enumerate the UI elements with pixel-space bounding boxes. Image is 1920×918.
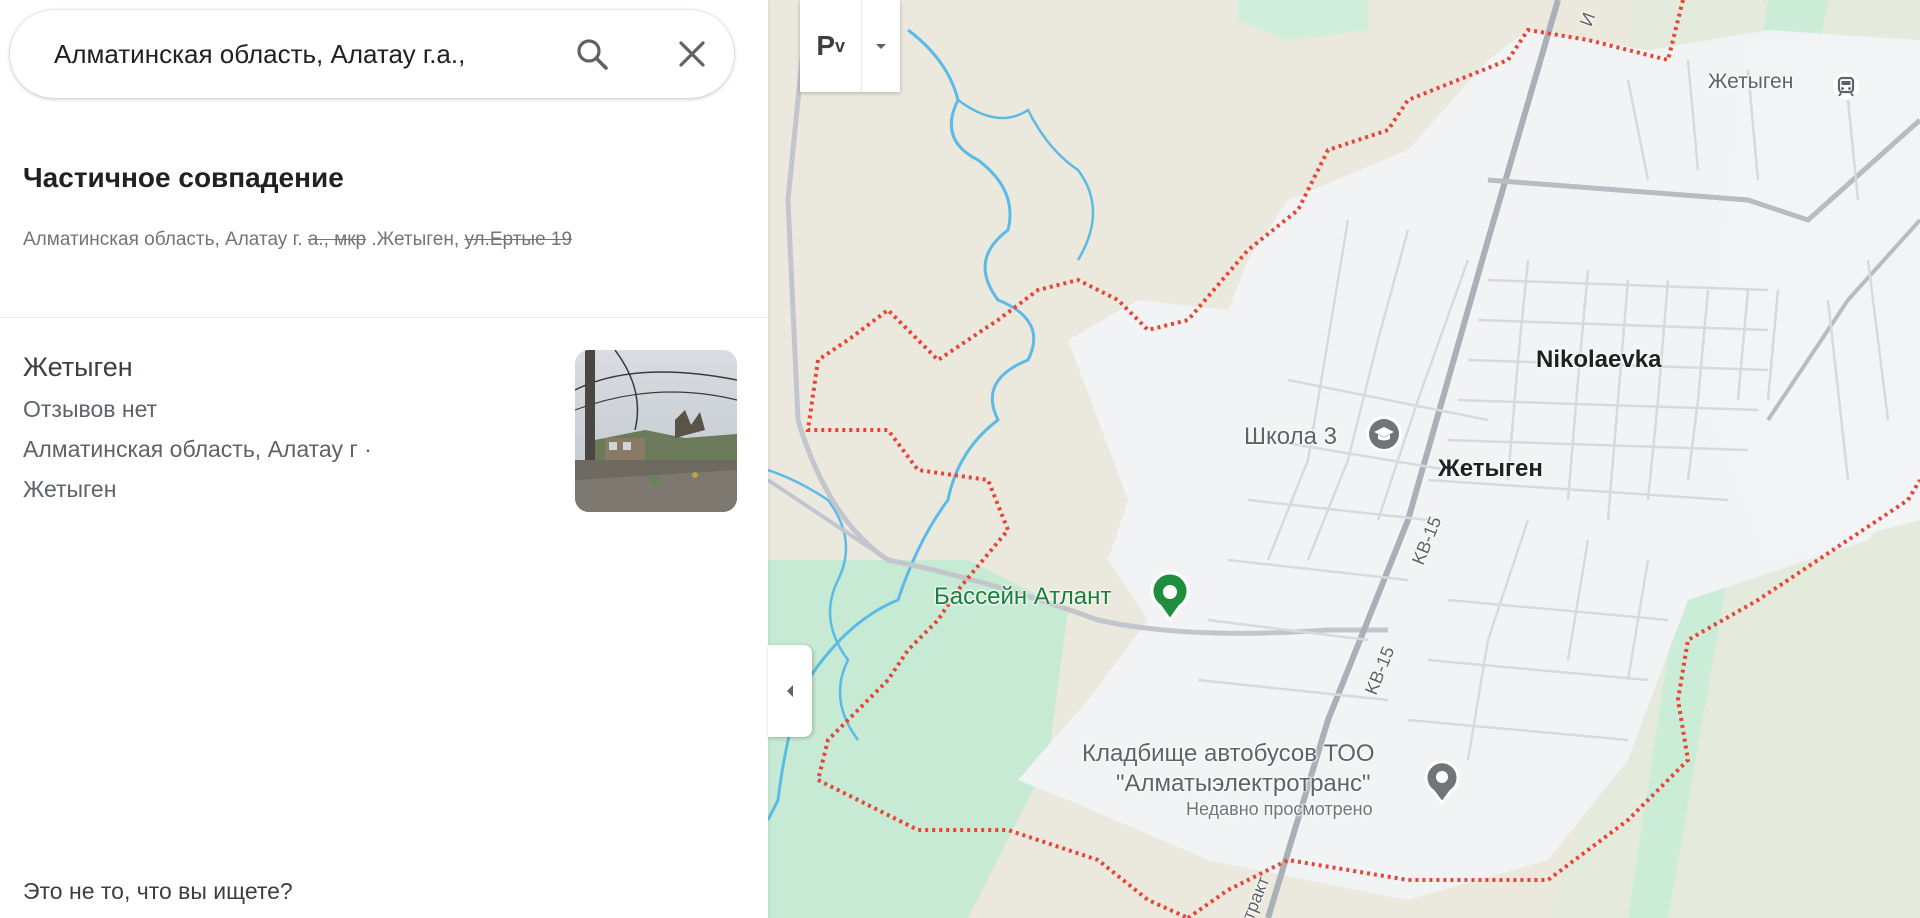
- address-part-1: Алматинская область, Алатау г.: [23, 229, 303, 250]
- result-reviews: Отзывов нет: [23, 396, 158, 422]
- result-address-line1: Алматинская область, Алатау г ·: [23, 436, 372, 462]
- recently-viewed-label: Недавно просмотрено: [1186, 799, 1373, 819]
- address-part-2: .Жетыген,: [371, 229, 460, 250]
- search-button[interactable]: [570, 32, 614, 76]
- result-photo[interactable]: [575, 350, 737, 512]
- address-struck-2: ул.Ертые 19: [464, 229, 573, 250]
- pool-label[interactable]: Бассейн Атлант: [934, 583, 1111, 611]
- street-photo-image: [575, 350, 737, 512]
- caret-down-icon: [876, 44, 887, 49]
- school-label[interactable]: Школа 3: [1244, 423, 1337, 451]
- map-layer-control: Рv: [800, 0, 900, 92]
- result-card[interactable]: Жетыген Отзывов нет Алматинская область,…: [0, 330, 768, 530]
- close-icon: [679, 41, 705, 67]
- cemetery-label-line1[interactable]: Кладбище автобусов ТОО: [1082, 740, 1375, 768]
- partial-match-title: Частичное совпадение: [23, 162, 344, 193]
- cemetery-label-line2[interactable]: "Алматыэлектротранс": [1116, 770, 1371, 798]
- not-this-link[interactable]: Это не то, что вы ищете?: [23, 878, 293, 905]
- layer-dropdown-button[interactable]: [862, 0, 900, 92]
- search-icon: [577, 39, 608, 70]
- search-input[interactable]: [54, 32, 544, 76]
- layer-sub-icon: v: [835, 35, 846, 56]
- result-name[interactable]: Жетыген: [23, 352, 133, 383]
- map-layer-button[interactable]: Рv: [800, 0, 863, 92]
- partial-match-address: Алматинская область, Алатау г. а., мкр .…: [23, 224, 723, 256]
- caret-left-icon: [787, 685, 793, 697]
- section-divider: [0, 317, 768, 318]
- result-address-line2: Жетыген: [23, 476, 117, 502]
- layer-label: Р: [816, 30, 836, 61]
- map-canvas[interactable]: Жетыген Nikolaevka Школа 3 Жетыген Бассе…: [768, 0, 1920, 918]
- clear-search-button[interactable]: [670, 32, 714, 76]
- search-box: [10, 10, 734, 98]
- nikolaevka-label[interactable]: Nikolaevka: [1536, 346, 1661, 374]
- maps-app: Жетыген Nikolaevka Школа 3 Жетыген Бассе…: [0, 0, 1920, 918]
- sidebar-panel: Частичное совпадение Алматинская область…: [0, 0, 768, 918]
- zhetygen-town-label[interactable]: Жетыген: [1438, 455, 1543, 483]
- station-label[interactable]: Жетыген: [1708, 70, 1793, 94]
- address-struck-1: а., мкр: [307, 229, 367, 250]
- collapse-sidebar-button[interactable]: [768, 645, 812, 737]
